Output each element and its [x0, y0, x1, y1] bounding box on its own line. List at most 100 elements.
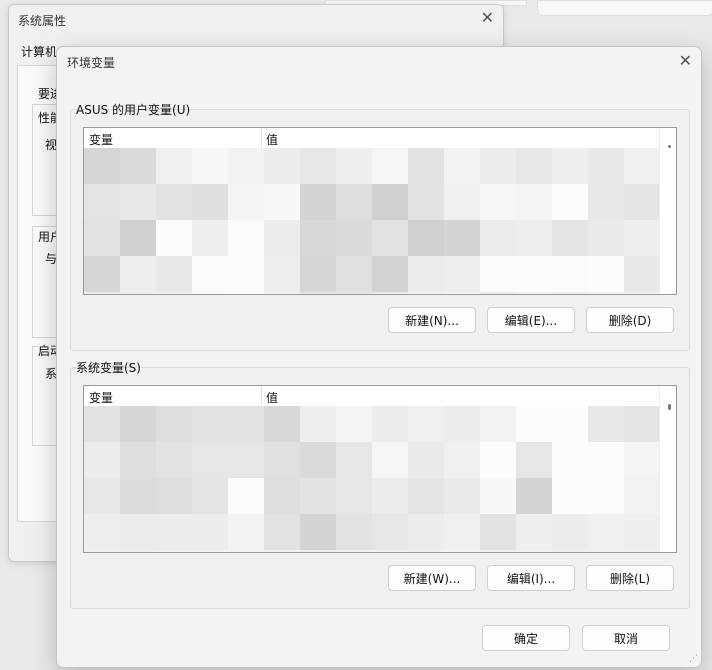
user-edit-button[interactable]: 编辑(E)...	[487, 307, 575, 333]
obscured-cell	[156, 406, 192, 442]
system-variables-list[interactable]: 变量 值	[83, 385, 677, 553]
resize-grip-icon[interactable]: ⋰	[689, 654, 698, 664]
obscured-cell	[228, 442, 264, 478]
obscured-cell	[408, 292, 444, 294]
scrollbar-thumb[interactable]	[668, 404, 671, 410]
obscured-row	[84, 184, 660, 220]
obscured-cell	[300, 256, 336, 292]
system-edit-button[interactable]: 编辑(I)...	[487, 565, 575, 591]
cancel-button[interactable]: 取消	[582, 625, 670, 651]
obscured-cell	[372, 478, 408, 514]
obscured-cell	[84, 292, 120, 294]
column-header-variable[interactable]: 变量	[89, 131, 113, 148]
obscured-cell	[264, 220, 300, 256]
obscured-cell	[84, 550, 120, 552]
obscured-cell	[192, 514, 228, 550]
obscured-cell	[624, 478, 660, 514]
obscured-cell	[516, 292, 552, 294]
environment-variables-dialog: 环境变量 ✕ ASUS 的用户变量(U) 变量 值 新建(N)... 编辑(E)…	[56, 46, 702, 668]
obscured-cell	[300, 220, 336, 256]
obscured-cell	[192, 478, 228, 514]
obscured-cell	[300, 550, 336, 552]
obscured-cell	[624, 442, 660, 478]
obscured-cell	[552, 184, 588, 220]
obscured-cell	[228, 478, 264, 514]
column-header-variable[interactable]: 变量	[89, 389, 113, 406]
obscured-cell	[336, 478, 372, 514]
obscured-cell	[192, 292, 228, 294]
obscured-cell	[300, 292, 336, 294]
obscured-cell	[624, 406, 660, 442]
obscured-cell	[552, 220, 588, 256]
obscured-cell	[444, 442, 480, 478]
system-variables-title: 系统变量(S)	[76, 361, 141, 375]
obscured-row	[84, 256, 660, 292]
obscured-cell	[444, 220, 480, 256]
obscured-cell	[588, 148, 624, 184]
obscured-cell	[444, 256, 480, 292]
obscured-cell	[516, 442, 552, 478]
user-new-button[interactable]: 新建(N)...	[388, 307, 476, 333]
obscured-cell	[228, 148, 264, 184]
obscured-cell	[372, 148, 408, 184]
obscured-cell	[120, 184, 156, 220]
obscured-cell	[120, 442, 156, 478]
dialog-title: 环境变量	[67, 56, 116, 70]
obscured-cell	[84, 220, 120, 256]
obscured-cell	[516, 514, 552, 550]
obscured-cell	[624, 292, 660, 294]
user-delete-button[interactable]: 删除(D)	[586, 307, 674, 333]
obscured-cell	[408, 406, 444, 442]
obscured-cell	[588, 442, 624, 478]
scrollbar[interactable]	[659, 128, 676, 294]
ok-button[interactable]: 确定	[482, 625, 570, 651]
tab-computer-name[interactable]: 计算机	[21, 43, 57, 60]
obscured-cell	[336, 514, 372, 550]
obscured-cell	[120, 220, 156, 256]
obscured-cell	[336, 292, 372, 294]
obscured-cell	[264, 550, 300, 552]
obscured-cell	[192, 148, 228, 184]
column-header-value[interactable]: 值	[266, 131, 278, 148]
obscured-cell	[516, 220, 552, 256]
obscured-cell	[408, 514, 444, 550]
column-separator[interactable]	[261, 386, 262, 406]
close-icon[interactable]: ✕	[679, 51, 692, 70]
system-new-button[interactable]: 新建(W)...	[388, 565, 476, 591]
obscured-cell	[444, 184, 480, 220]
system-delete-button[interactable]: 删除(L)	[586, 565, 674, 591]
column-header-value[interactable]: 值	[266, 389, 278, 406]
scrollbar[interactable]	[659, 386, 676, 552]
obscured-cell	[480, 514, 516, 550]
user-variables-list[interactable]: 变量 值	[83, 127, 677, 295]
obscured-cell	[192, 256, 228, 292]
obscured-cell	[516, 550, 552, 552]
obscured-cell	[300, 478, 336, 514]
obscured-cell	[588, 514, 624, 550]
obscured-cell	[516, 406, 552, 442]
obscured-cell	[552, 442, 588, 478]
obscured-cell	[480, 220, 516, 256]
obscured-cell	[624, 256, 660, 292]
obscured-cell	[84, 406, 120, 442]
obscured-cell	[552, 406, 588, 442]
obscured-cell	[156, 184, 192, 220]
obscured-cell	[300, 148, 336, 184]
close-icon[interactable]: ✕	[481, 8, 494, 27]
obscured-cell	[120, 550, 156, 552]
column-separator[interactable]	[261, 128, 262, 148]
obscured-cell	[444, 478, 480, 514]
obscured-cell	[336, 220, 372, 256]
obscured-cell	[552, 256, 588, 292]
obscured-cell	[156, 220, 192, 256]
obscured-cell	[264, 256, 300, 292]
obscured-cell	[588, 406, 624, 442]
obscured-cell	[300, 442, 336, 478]
obscured-cell	[156, 514, 192, 550]
obscured-cell	[372, 256, 408, 292]
obscured-cell	[480, 442, 516, 478]
scrollbar-thumb[interactable]	[668, 145, 671, 148]
user-variables-rows-obscured	[84, 148, 660, 294]
obscured-cell	[120, 514, 156, 550]
obscured-cell	[444, 148, 480, 184]
